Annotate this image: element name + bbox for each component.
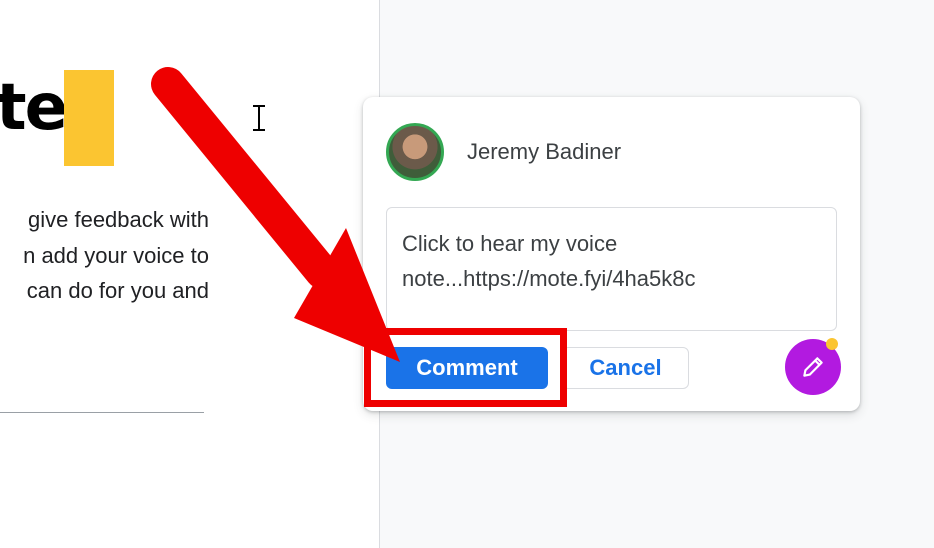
notification-badge (826, 338, 838, 350)
body-line: can do for you and (26, 278, 209, 303)
pencil-icon (803, 357, 823, 377)
author-name: Jeremy Badiner (467, 139, 622, 164)
document-page[interactable]: te give feedback with n add your voice t… (0, 0, 380, 548)
text-cursor-icon (253, 105, 265, 131)
comment-input[interactable]: Click to hear my voice note...https://mo… (386, 207, 837, 331)
horizontal-divider (0, 412, 204, 413)
document-heading: te (0, 71, 68, 145)
body-line: give feedback with (28, 207, 209, 232)
avatar (386, 123, 444, 181)
document-body-text[interactable]: give feedback with n add your voice to c… (0, 202, 209, 309)
cancel-button[interactable]: Cancel (562, 347, 689, 389)
text-selection-highlight (64, 70, 114, 166)
annotation-highlight-box (364, 328, 567, 407)
body-line: n add your voice to (23, 242, 209, 268)
